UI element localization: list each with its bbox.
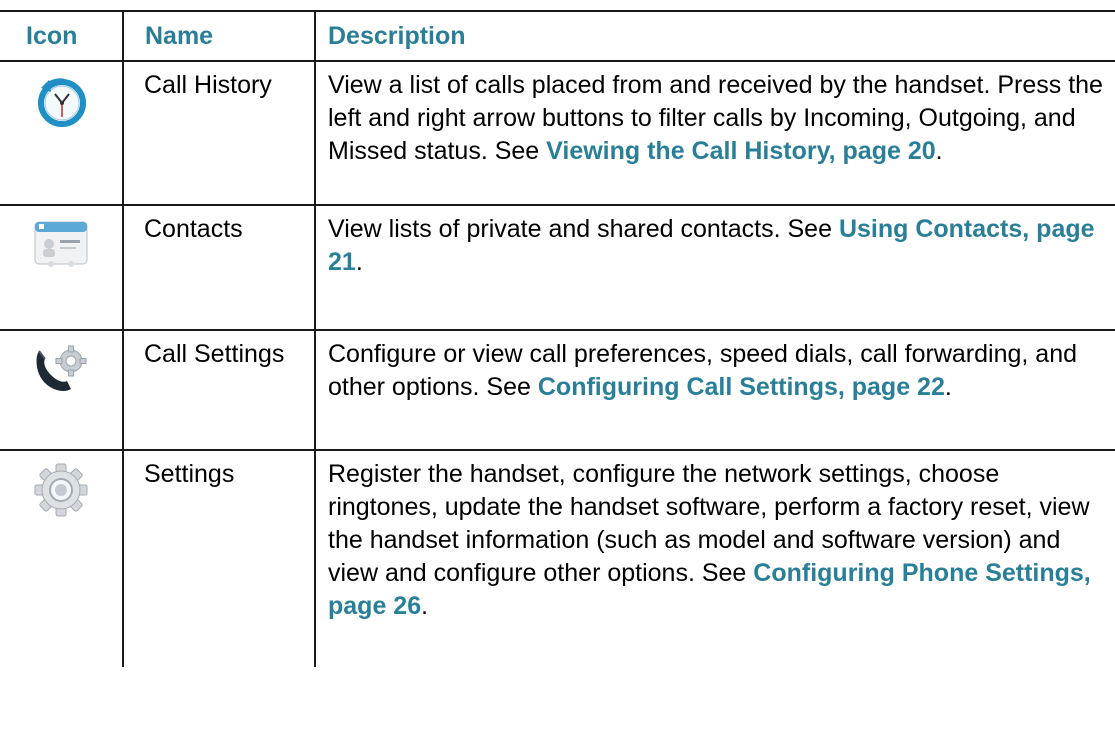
icon-cell (0, 61, 123, 206)
cross-reference-link[interactable]: Viewing the Call History, page 20 (546, 137, 935, 165)
table-row: Call Settings Configure or view call pre… (0, 330, 1115, 451)
contacts-card-icon (33, 218, 89, 277)
header-description: Description (315, 12, 1115, 62)
description-cell: Configure or view call preferences, spee… (315, 330, 1115, 451)
cross-reference-link[interactable]: Configuring Call Settings, page 22 (538, 373, 945, 401)
settings-gear-icon (34, 463, 88, 526)
description-cell: View a list of calls placed from and rec… (315, 61, 1115, 206)
menu-icons-table: Icon Name Description Call History View … (0, 12, 1115, 667)
call-history-clock-icon (35, 74, 87, 137)
table-row: Call History View a list of calls placed… (0, 61, 1115, 206)
name-cell: Contacts (122, 205, 316, 331)
description-end: . (355, 248, 363, 276)
header-icon: Icon (0, 12, 123, 62)
icon-cell (0, 205, 123, 331)
call-settings-handset-gear-icon (31, 343, 91, 404)
description-end: . (935, 137, 943, 165)
description-cell: View lists of private and shared contact… (315, 205, 1115, 331)
icon-cell (0, 450, 123, 667)
name-cell: Call History (122, 61, 316, 206)
name-cell: Settings (122, 450, 316, 667)
name-cell: Call Settings (122, 330, 316, 451)
description-text: View lists of private and shared contact… (328, 215, 839, 243)
description-end: . (944, 373, 952, 401)
icon-cell (0, 330, 123, 451)
table-row: Contacts View lists of private and share… (0, 205, 1115, 331)
header-name: Name (122, 12, 316, 62)
table-row: Settings Register the handset, configure… (0, 450, 1115, 667)
description-end: . (421, 592, 429, 620)
description-cell: Register the handset, configure the netw… (315, 450, 1115, 667)
table-header-row: Icon Name Description (0, 12, 1115, 62)
